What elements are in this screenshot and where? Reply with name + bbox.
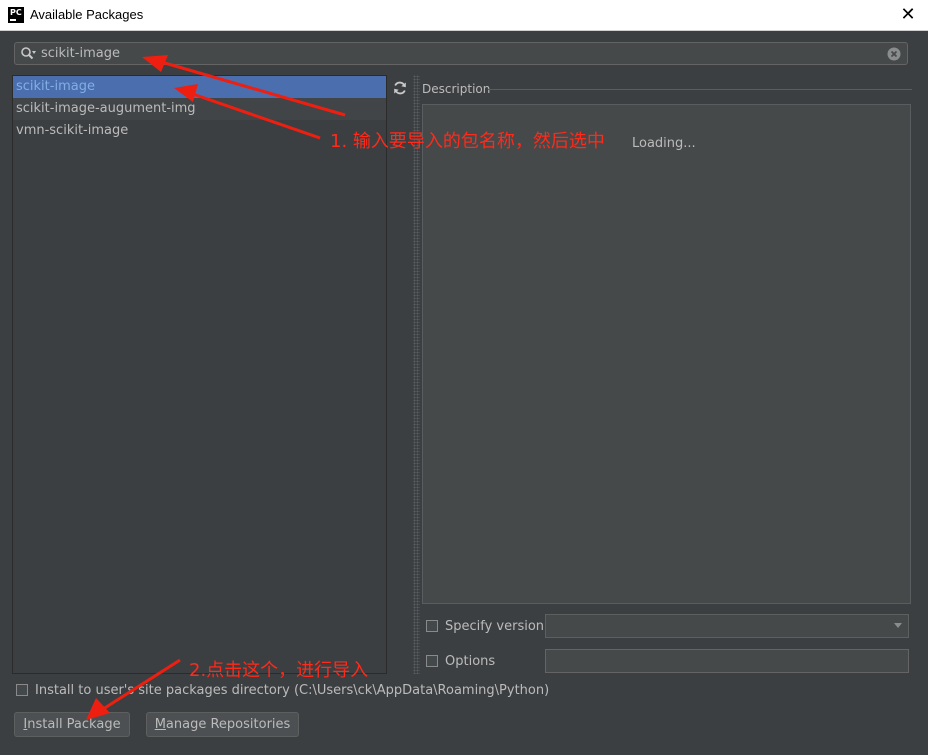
options-input[interactable] [545, 649, 909, 673]
list-item[interactable]: scikit-image-augument-img [13, 98, 386, 120]
search-field[interactable] [14, 42, 908, 65]
logo-text: PC [10, 8, 22, 17]
splitter-handle[interactable] [413, 75, 420, 674]
clear-icon[interactable] [887, 47, 901, 61]
annotation-step2: 2.点击这个，进行导入 [189, 660, 369, 681]
version-select[interactable] [545, 614, 909, 638]
refresh-icon[interactable] [392, 80, 408, 96]
loading-text: Loading... [632, 136, 696, 151]
list-toolbar [387, 75, 413, 674]
divider [488, 89, 912, 90]
install-package-button[interactable]: Install Package [14, 712, 130, 737]
install-to-user-label: Install to user's site packages director… [35, 683, 550, 698]
specify-version-label: Specify version [445, 619, 545, 634]
list-item[interactable]: scikit-image [13, 76, 386, 98]
options-checkbox[interactable] [426, 655, 438, 667]
close-button[interactable]: ✕ [898, 5, 918, 25]
pycharm-logo-icon: PC [8, 7, 24, 23]
chevron-down-icon [894, 623, 902, 628]
description-label: Description [422, 82, 491, 96]
install-to-user-checkbox[interactable] [16, 684, 28, 696]
options-label: Options [445, 654, 496, 669]
specify-version-checkbox[interactable] [426, 620, 438, 632]
window-title: Available Packages [30, 7, 144, 22]
manage-repositories-button[interactable]: Manage Repositories [146, 712, 299, 737]
search-icon[interactable] [20, 46, 36, 62]
title-bar: PC Available Packages ✕ [0, 0, 928, 31]
description-panel [422, 104, 911, 604]
search-input[interactable] [41, 45, 881, 62]
package-list[interactable]: scikit-image scikit-image-augument-img v… [12, 75, 387, 674]
annotation-step1: 1. 输入要导入的包名称，然后选中 [330, 131, 605, 152]
